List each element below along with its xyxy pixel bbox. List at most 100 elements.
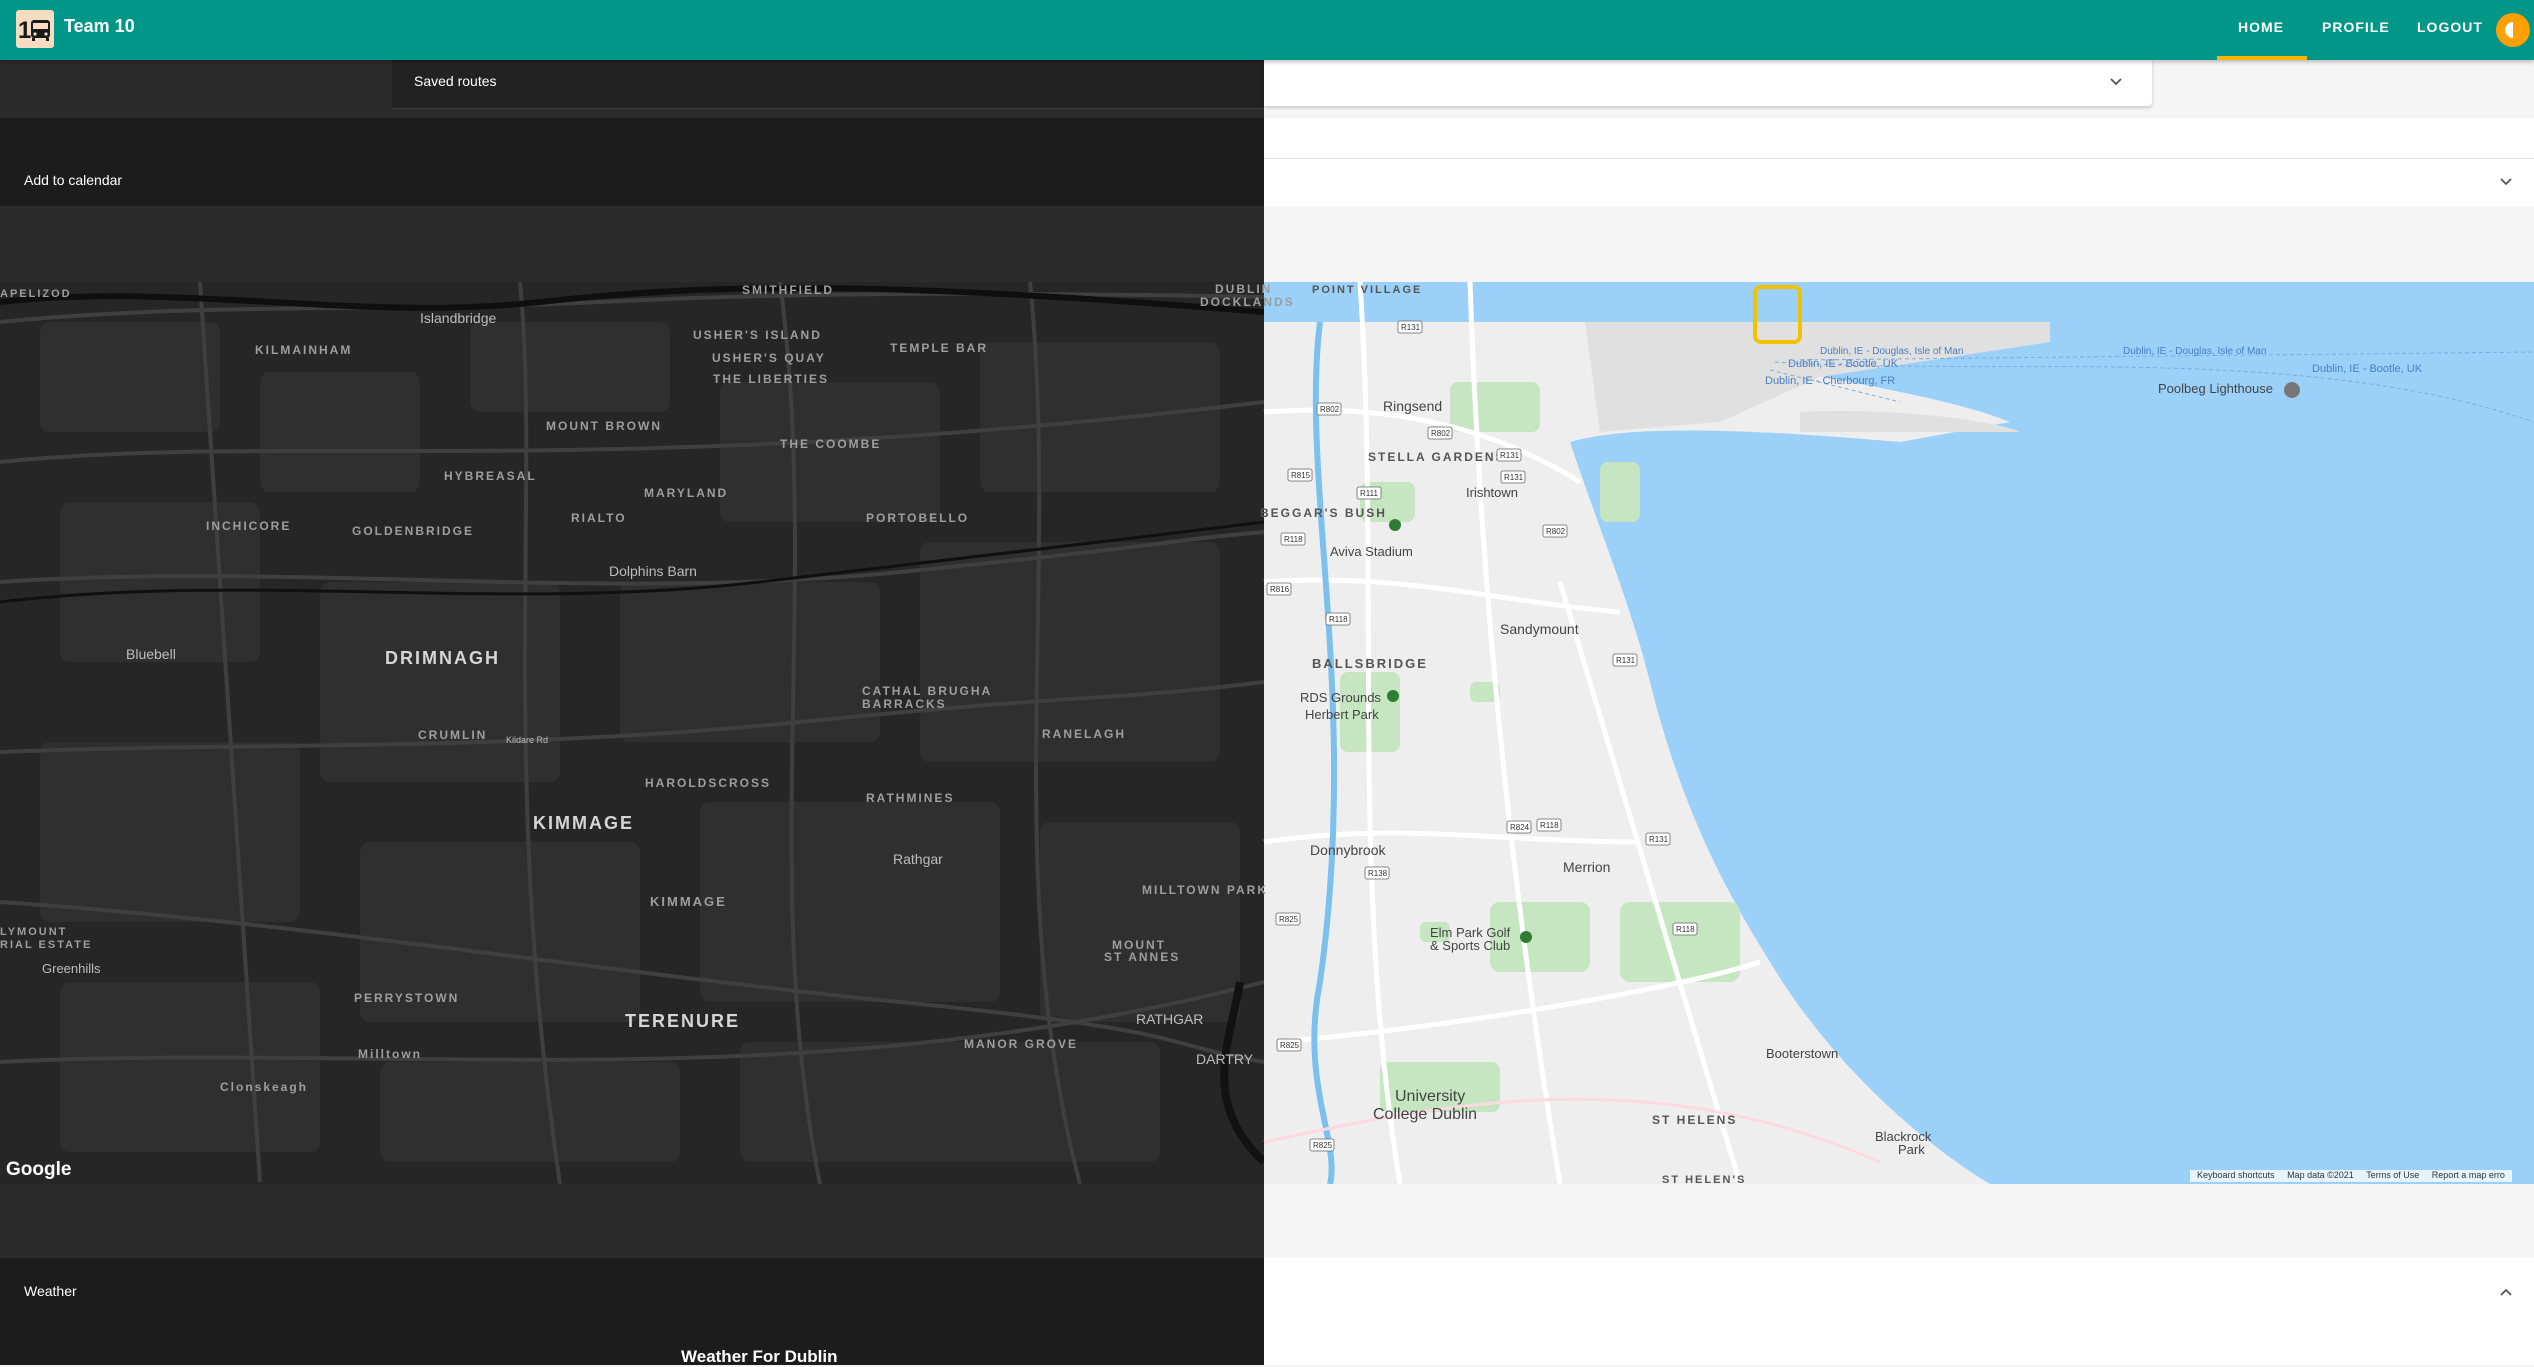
app-logo[interactable]: 1 <box>16 10 54 48</box>
chevron-up-icon[interactable] <box>2496 1282 2516 1302</box>
map-place-label: Donnybrook <box>1310 842 1386 858</box>
road-shield-label: R825 <box>1313 1141 1333 1150</box>
map-place-label: ST HELENS <box>1652 1113 1737 1127</box>
weather-panel-dark[interactable] <box>0 1258 1264 1365</box>
map-place-label: Park <box>1898 1142 1925 1157</box>
map-place-label: Dolphins Barn <box>609 563 697 579</box>
map-place-label: Aviva Stadium <box>1330 544 1413 559</box>
keyboard-shortcuts-link[interactable]: Keyboard shortcuts <box>2197 1170 2275 1180</box>
app-bar: 1 Team 10 HOME PROFILE LOGOUT <box>0 0 2534 60</box>
calendar-panel-dark[interactable] <box>0 118 1264 206</box>
map-place-label: Rathgar <box>893 851 943 867</box>
map-place-label: APELIZOD <box>0 288 72 300</box>
map-place-label: University <box>1395 1088 1465 1105</box>
map-place-label: THE LIBERTIES <box>713 372 829 386</box>
road-shield-label: R131 <box>1649 835 1669 844</box>
map-place-label: MOUNT BROWN <box>546 419 662 433</box>
map-place-label: Kildare Rd <box>506 735 548 745</box>
road-shield-label: R802 <box>1320 405 1340 414</box>
rds-marker <box>1387 690 1399 702</box>
map-place-label: BARRACKS <box>862 697 947 711</box>
nav-logout-button[interactable]: LOGOUT <box>2417 19 2483 35</box>
map-attribution: Keyboard shortcuts Map data ©2021 Terms … <box>2190 1170 2512 1182</box>
golf-marker <box>1520 931 1532 943</box>
stadium-marker <box>1389 519 1401 531</box>
svg-text:1: 1 <box>18 17 31 44</box>
map-place-label: TEMPLE BAR <box>890 341 988 355</box>
road-shield-label: R131 <box>1500 451 1520 460</box>
add-to-calendar-label: Add to calendar <box>24 172 123 188</box>
map-place-label: Dublin, IE - Douglas, Isle of Man <box>1820 346 1963 357</box>
weather-panel-light[interactable] <box>1264 1258 2534 1365</box>
nav-home-button[interactable]: HOME <box>2238 19 2284 35</box>
terms-of-use-link[interactable]: Terms of Use <box>2366 1170 2419 1180</box>
map-place-label: INCHICORE <box>206 519 291 533</box>
saved-routes-label: Saved routes <box>414 73 497 89</box>
road-shield-label: R131 <box>1616 656 1636 665</box>
map-place-label: ST HELEN'S <box>1662 1174 1746 1184</box>
map-place-label: CATHAL BRUGHA <box>862 684 992 698</box>
map-place-label: Ringsend <box>1383 398 1442 414</box>
map-place-label: MARYLAND <box>644 486 728 500</box>
map-place-label: USHER'S QUAY <box>712 351 826 365</box>
bus-logo-icon: 1 <box>18 17 50 44</box>
map-container[interactable]: APELIZOD Islandbridge KILMAINHAM SMITHFIELD… <box>0 282 2534 1184</box>
half-moon-icon <box>2505 22 2521 38</box>
theme-toggle-button[interactable] <box>2496 13 2530 47</box>
road-shield-label: R815 <box>1291 471 1311 480</box>
road-shield-label: R131 <box>1504 473 1524 482</box>
map-place-label: RATHGAR <box>1136 1011 1203 1027</box>
road-shield-label: R118 <box>1676 925 1695 934</box>
saved-routes-panel-dark[interactable] <box>392 60 1264 109</box>
road-shield-label: R111 <box>1360 489 1378 498</box>
nav-profile-button[interactable]: PROFILE <box>2322 19 2390 35</box>
map-place-label: & Sports Club <box>1430 938 1510 953</box>
map-place-label: MANOR GROVE <box>964 1037 1078 1051</box>
map-place-label: Dublin, IE - Bootle, UK <box>2312 363 2423 375</box>
chevron-down-icon[interactable] <box>2496 172 2516 192</box>
map-place-label: HYBREASAL <box>444 469 537 483</box>
map-place-label: RATHMINES <box>866 791 954 805</box>
map-place-label: Dublin, IE - Douglas, Isle of Man <box>2123 346 2266 357</box>
divider <box>1264 158 2534 159</box>
map-place-label: Sandymount <box>1500 621 1579 637</box>
road-shield-label: R138 <box>1368 869 1388 878</box>
map-place-label: DUBLIN <box>1215 282 1272 296</box>
map-place-label: TERENURE <box>625 1011 740 1031</box>
map-place-label: Dublin, IE - Cherbourg, FR <box>1765 375 1895 387</box>
report-error-link[interactable]: Report a map erro <box>2432 1170 2505 1180</box>
calendar-panel-light[interactable] <box>1264 118 2534 206</box>
map-place-label: Irishtown <box>1466 485 1518 500</box>
road-shield-label: R816 <box>1270 585 1290 594</box>
map-place-label: Herbert Park <box>1305 707 1379 722</box>
weather-heading: Weather For Dublin <box>681 1347 838 1366</box>
road-shield-label: R118 <box>1284 535 1303 544</box>
map-place-label: HAROLDSCROSS <box>645 776 771 790</box>
map-place-label: Merrion <box>1563 859 1610 875</box>
map-place-label: ST ANNES <box>1104 950 1180 964</box>
map-place-label: Greenhills <box>42 961 101 976</box>
map-place-label: DOCKLANDS <box>1200 295 1295 309</box>
road-shield-label: R118 <box>1540 821 1559 830</box>
map-canvas[interactable]: APELIZOD Islandbridge KILMAINHAM SMITHFIELD… <box>0 282 2534 1184</box>
map-place-label: GOLDENBRIDGE <box>352 524 474 538</box>
active-tab-indicator <box>2217 56 2307 60</box>
map-place-label: MILLTOWN PARK <box>1142 883 1268 897</box>
map-place-label: KILMAINHAM <box>255 343 352 357</box>
map-place-label: Bluebell <box>126 646 176 662</box>
map-place-label: Milltown <box>358 1047 422 1061</box>
saved-routes-panel-light[interactable] <box>1264 60 2152 106</box>
map-place-label: BEGGAR'S BUSH <box>1260 506 1387 520</box>
map-place-label: College Dublin <box>1373 1106 1477 1123</box>
lighthouse-marker <box>2284 382 2300 398</box>
chevron-down-icon[interactable] <box>2106 72 2126 92</box>
map-place-label: DARTRY <box>1196 1051 1254 1067</box>
map-place-label: Dublin, IE - Bootle, UK <box>1788 358 1899 370</box>
map-place-label: DRIMNAGH <box>385 648 500 668</box>
map-place-label: RIAL ESTATE <box>0 939 92 951</box>
road-shield-label: R825 <box>1280 1041 1300 1050</box>
map-place-label: RIALTO <box>571 511 627 525</box>
map-place-label: KIMMAGE <box>533 813 634 833</box>
map-place-label: Clonskeagh <box>220 1080 308 1094</box>
google-logo: Google <box>6 1159 71 1180</box>
